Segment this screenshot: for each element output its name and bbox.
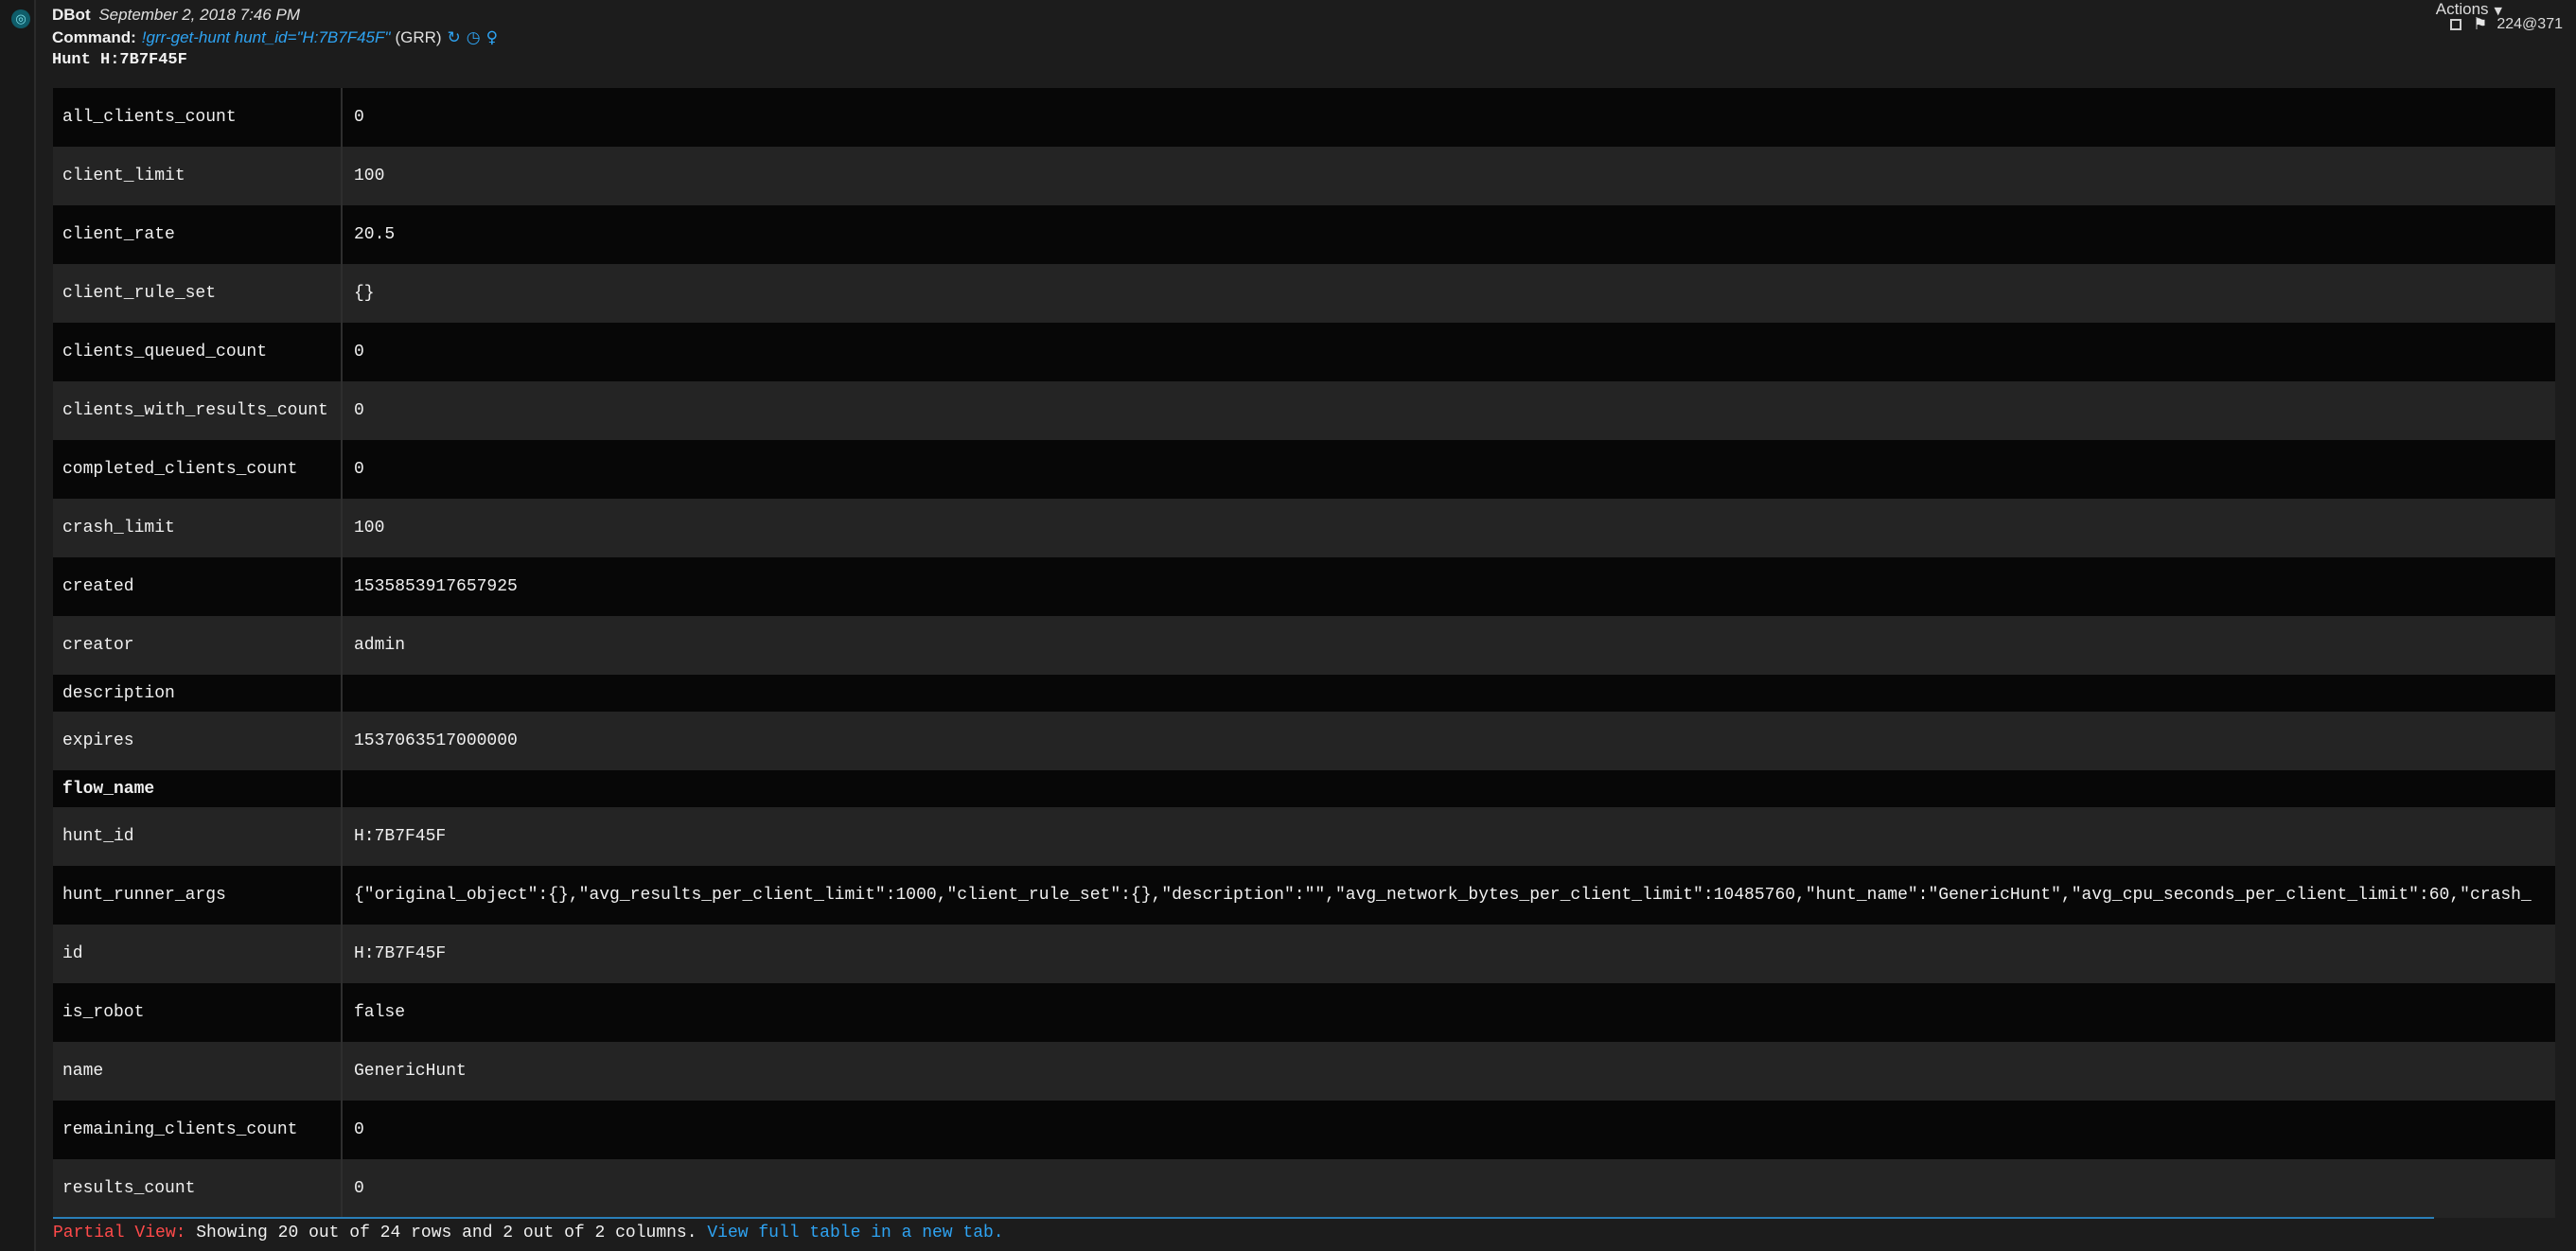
row-key: remaining_clients_count	[53, 1101, 343, 1159]
partial-view-summary: Showing 20 out of 24 rows and 2 out of 2…	[196, 1224, 697, 1242]
table-row: clients_with_results_count 0	[53, 381, 2555, 440]
row-value: H:7B7F45F	[354, 944, 447, 963]
row-value: 0	[354, 401, 364, 420]
checkbox-icon[interactable]	[2450, 19, 2462, 30]
row-key: flow_name	[53, 770, 343, 807]
table-row: name GenericHunt	[53, 1042, 2555, 1101]
row-key: clients_with_results_count	[53, 381, 343, 440]
row-value: 100	[354, 167, 385, 185]
command-link[interactable]: !grr-get-hunt hunt_id="H:7B7F45F"	[142, 28, 391, 47]
table-row: client_limit 100	[53, 147, 2555, 205]
row-key: client_rate	[53, 205, 343, 264]
integration-label: (GRR)	[395, 28, 442, 46]
entry-author: DBot	[52, 6, 91, 24]
row-value	[343, 675, 2555, 712]
command-line: Command: !grr-get-hunt hunt_id="H:7B7F45…	[52, 28, 498, 47]
table-row: id H:7B7F45F	[53, 925, 2555, 983]
flag-icon[interactable]: ⚑	[2473, 15, 2487, 34]
footer-divider	[53, 1217, 2434, 1219]
row-value: {}	[354, 284, 375, 303]
row-key: client_limit	[53, 147, 343, 205]
row-value: 0	[354, 343, 364, 361]
dbot-avatar-icon: ◎	[11, 9, 30, 28]
table-row: creator admin	[53, 616, 2555, 675]
row-key: id	[53, 925, 343, 983]
row-value: {"original_object":{},"avg_results_per_c…	[354, 886, 2532, 905]
row-value: 0	[354, 1179, 364, 1198]
table-row: results_count 0	[53, 1159, 2555, 1218]
hunt-details-table: all_clients_count 0 client_limit 100 client_…	[53, 88, 2555, 1218]
row-key: created	[53, 557, 343, 616]
row-value: 0	[354, 108, 364, 127]
lightbulb-icon[interactable]: ♀	[486, 28, 498, 47]
row-key: all_clients_count	[53, 88, 343, 147]
partial-view-label: Partial View:	[53, 1224, 186, 1242]
command-label: Command:	[52, 28, 136, 46]
refresh-icon[interactable]: ↻	[448, 28, 461, 47]
table-row: client_rule_set {}	[53, 264, 2555, 323]
table-row: flow_name	[53, 770, 2555, 807]
entry-date: September 2, 2018 7:46 PM	[98, 6, 300, 24]
row-key: client_rule_set	[53, 264, 343, 323]
row-value	[343, 770, 2555, 807]
row-key: hunt_runner_args	[53, 866, 343, 925]
entry-meta: DBot September 2, 2018 7:46 PM	[52, 6, 300, 25]
row-key: crash_limit	[53, 499, 343, 557]
row-value: 1535853917657925	[354, 577, 518, 596]
row-value: false	[354, 1003, 406, 1022]
hunt-title: Hunt H:7B7F45F	[52, 51, 187, 69]
row-key: expires	[53, 712, 343, 770]
table-row: all_clients_count 0	[53, 88, 2555, 147]
row-key: results_count	[53, 1159, 343, 1218]
row-key: name	[53, 1042, 343, 1101]
table-row: crash_limit 100	[53, 499, 2555, 557]
row-value: admin	[354, 636, 406, 655]
clock-icon[interactable]: ◷	[467, 28, 481, 47]
table-row: description	[53, 675, 2555, 712]
row-value: GenericHunt	[354, 1062, 467, 1081]
row-value: 0	[354, 460, 364, 479]
row-key: creator	[53, 616, 343, 675]
partial-view-footer: Partial View: Showing 20 out of 24 rows …	[53, 1224, 1004, 1242]
table-row: completed_clients_count 0	[53, 440, 2555, 499]
left-rail: ◎	[0, 0, 36, 1251]
row-key: description	[53, 675, 343, 712]
row-key: is_robot	[53, 983, 343, 1042]
row-value: 100	[354, 519, 385, 537]
row-key: clients_queued_count	[53, 323, 343, 381]
entry-id: 224@371	[2497, 16, 2563, 32]
table-row: hunt_id H:7B7F45F	[53, 807, 2555, 866]
row-value: 0	[354, 1120, 364, 1139]
table-row: created 1535853917657925	[53, 557, 2555, 616]
table-row: expires 1537063517000000	[53, 712, 2555, 770]
table-row: remaining_clients_count 0	[53, 1101, 2555, 1159]
row-key: completed_clients_count	[53, 440, 343, 499]
row-value: 1537063517000000	[354, 731, 518, 750]
view-full-table-link[interactable]: View full table in a new tab.	[707, 1224, 1003, 1242]
table-row: hunt_runner_args {"original_object":{},"a…	[53, 866, 2555, 925]
table-row: client_rate 20.5	[53, 205, 2555, 264]
row-key: hunt_id	[53, 807, 343, 866]
table-row: clients_queued_count 0	[53, 323, 2555, 381]
row-value: H:7B7F45F	[354, 827, 447, 846]
table-row: is_robot false	[53, 983, 2555, 1042]
row-value: 20.5	[354, 225, 396, 244]
